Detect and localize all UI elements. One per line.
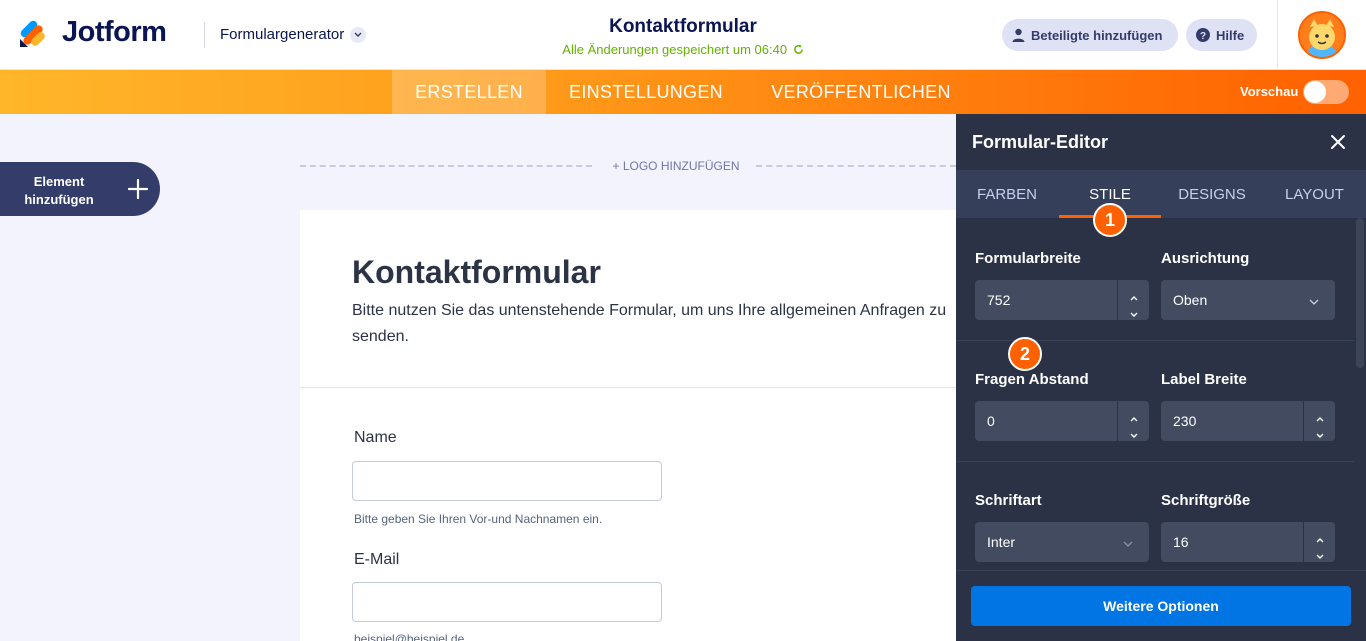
email-input[interactable] bbox=[352, 582, 662, 622]
question-spacing-value: 0 bbox=[987, 413, 995, 429]
question-spacing-label: Fragen Abstand bbox=[975, 371, 1089, 388]
panel-tab-themes[interactable]: DESIGNS bbox=[1161, 170, 1263, 218]
step-marker-2: 2 bbox=[1008, 337, 1042, 371]
font-size-input[interactable]: 16 bbox=[1161, 522, 1335, 562]
panel-tab-layout[interactable]: LAYOUT bbox=[1263, 170, 1366, 218]
header-divider-right bbox=[1277, 0, 1278, 70]
brand-name: Jotform bbox=[62, 16, 167, 48]
form-width-input[interactable]: 752 bbox=[975, 280, 1149, 320]
add-logo-link[interactable]: + LOGO HINZUFÜGEN bbox=[596, 159, 756, 173]
label-width-label: Label Breite bbox=[1161, 371, 1247, 388]
font-family-label: Schriftart bbox=[975, 492, 1042, 509]
tab-settings[interactable]: EINSTELLUNGEN bbox=[556, 70, 736, 114]
user-icon bbox=[1012, 28, 1025, 42]
top-header: Jotform Formulargenerator Kontaktformula… bbox=[0, 0, 1366, 70]
panel-footer: Weitere Optionen bbox=[956, 570, 1366, 641]
user-avatar[interactable] bbox=[1298, 11, 1346, 59]
stepper-down-icon[interactable] bbox=[1316, 534, 1324, 570]
save-status: Alle Änderungen gespeichert um 06:40 bbox=[500, 42, 866, 57]
row-divider bbox=[956, 461, 1354, 462]
label-width-value: 230 bbox=[1173, 413, 1197, 429]
plus-icon bbox=[127, 178, 149, 200]
form-title[interactable]: Kontaktformular bbox=[500, 16, 866, 38]
form-title-block: Kontaktformular Alle Änderungen gespeich… bbox=[500, 16, 866, 57]
header-divider bbox=[204, 22, 205, 48]
form-designer-panel: Formular-Editor FARBEN STILE DESIGNS LAY… bbox=[956, 114, 1366, 641]
panel-tabs: FARBEN STILE DESIGNS LAYOUT bbox=[956, 170, 1366, 218]
stepper-down-icon[interactable] bbox=[1130, 292, 1138, 332]
panel-title: Formular-Editor bbox=[972, 132, 1109, 152]
jotform-logo-icon bbox=[20, 20, 45, 47]
more-options-button[interactable]: Weitere Optionen bbox=[971, 586, 1351, 626]
font-size-stepper[interactable] bbox=[1303, 522, 1335, 562]
refresh-icon[interactable] bbox=[793, 44, 804, 55]
label-width-stepper[interactable] bbox=[1303, 401, 1335, 441]
font-family-select[interactable]: Inter bbox=[975, 522, 1149, 562]
font-family-value: Inter bbox=[987, 534, 1016, 550]
alignment-label: Ausrichtung bbox=[1161, 250, 1250, 267]
alignment-value: Oben bbox=[1173, 292, 1208, 308]
preview-toggle[interactable] bbox=[1303, 80, 1349, 104]
step-marker-1: 1 bbox=[1093, 203, 1127, 237]
form-description[interactable]: Bitte nutzen Sie das untenstehende Formu… bbox=[352, 298, 956, 350]
email-field-hint: beispiel@beispiel.de bbox=[354, 632, 465, 641]
avatar-character-icon bbox=[1300, 13, 1344, 57]
panel-scrollbar[interactable] bbox=[1354, 218, 1366, 570]
logo-divider-right bbox=[756, 165, 956, 167]
question-spacing-stepper[interactable] bbox=[1117, 401, 1149, 441]
svg-text:?: ? bbox=[1200, 31, 1206, 42]
product-switcher-label: Formulargenerator bbox=[220, 26, 345, 43]
email-field-label[interactable]: E-Mail bbox=[354, 551, 399, 569]
help-button[interactable]: ? Hilfe bbox=[1186, 19, 1257, 51]
product-switcher[interactable]: Formulargenerator bbox=[220, 26, 367, 43]
preview-label: Vorschau bbox=[1240, 84, 1299, 99]
builder-nav: ERSTELLEN EINSTELLUNGEN VERÖFFENTLICHEN … bbox=[0, 70, 1366, 114]
font-size-label: Schriftgröße bbox=[1161, 492, 1251, 509]
add-collaborators-label: Beteiligte hinzufügen bbox=[1031, 27, 1163, 43]
add-element-label: Element hinzufügen bbox=[24, 174, 94, 207]
logo-divider-left bbox=[300, 165, 592, 167]
name-input[interactable] bbox=[352, 461, 662, 501]
help-label: Hilfe bbox=[1216, 27, 1245, 43]
form-width-stepper[interactable] bbox=[1117, 280, 1149, 320]
stepper-down-icon[interactable] bbox=[1316, 413, 1324, 453]
add-element-button[interactable]: Element hinzufügen bbox=[0, 162, 160, 216]
tab-publish[interactable]: VERÖFFENTLICHEN bbox=[752, 70, 970, 114]
panel-header: Formular-Editor bbox=[956, 114, 1366, 170]
form-header-divider bbox=[300, 387, 956, 388]
form-width-value: 752 bbox=[987, 292, 1011, 308]
form-width-label: Formularbreite bbox=[975, 250, 1081, 267]
chevron-down-icon bbox=[1123, 522, 1133, 562]
panel-body: Formularbreite 752 Ausrichtung Oben Frag… bbox=[956, 218, 1354, 570]
chevron-down-icon bbox=[350, 26, 367, 43]
question-spacing-input[interactable]: 0 bbox=[975, 401, 1149, 441]
form-heading[interactable]: Kontaktformular bbox=[352, 254, 601, 291]
chevron-down-icon bbox=[1309, 280, 1319, 320]
jotform-logo[interactable]: Jotform bbox=[18, 16, 167, 49]
stepper-down-icon[interactable] bbox=[1130, 413, 1138, 453]
font-size-value: 16 bbox=[1173, 534, 1189, 550]
close-icon[interactable] bbox=[1330, 134, 1346, 150]
save-status-text: Alle Änderungen gespeichert um 06:40 bbox=[562, 42, 788, 57]
panel-scroll-thumb[interactable] bbox=[1356, 218, 1364, 368]
form-canvas: Kontaktformular Bitte nutzen Sie das unt… bbox=[300, 210, 956, 641]
label-width-input[interactable]: 230 bbox=[1161, 401, 1335, 441]
panel-tab-colors[interactable]: FARBEN bbox=[956, 170, 1058, 218]
tab-create[interactable]: ERSTELLEN bbox=[392, 70, 546, 114]
name-field-label[interactable]: Name bbox=[354, 429, 397, 447]
help-icon: ? bbox=[1196, 28, 1210, 42]
alignment-select[interactable]: Oben bbox=[1161, 280, 1335, 320]
name-field-hint: Bitte geben Sie Ihren Vor-und Nachnamen … bbox=[354, 512, 603, 526]
add-collaborators-button[interactable]: Beteiligte hinzufügen bbox=[1002, 19, 1178, 51]
preview-toggle-knob bbox=[1304, 81, 1326, 103]
